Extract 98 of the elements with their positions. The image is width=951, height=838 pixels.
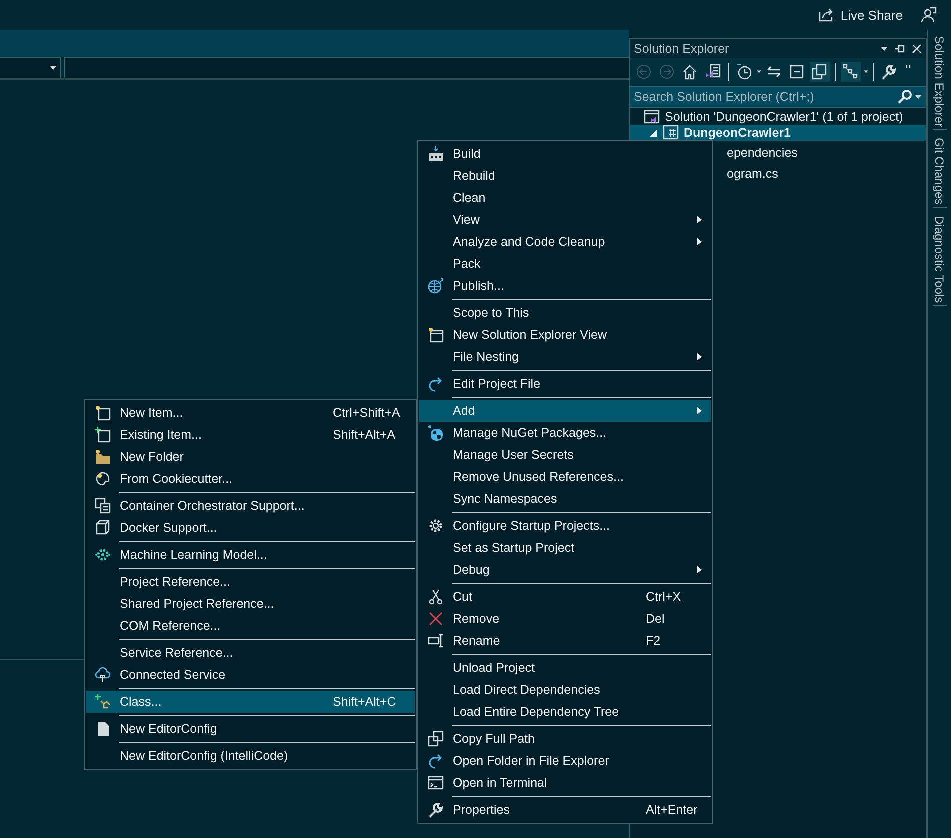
new-file-icon: [95, 405, 111, 421]
menu-item[interactable]: Docker Support...: [86, 517, 415, 539]
tree-item[interactable]: Solution 'DungeonCrawler1' (1 of 1 project): [630, 109, 926, 125]
copy-icon[interactable]: [812, 64, 828, 80]
caret-icon[interactable]: [756, 70, 762, 74]
menu-item[interactable]: New Solution Explorer View: [419, 324, 711, 346]
menu-item[interactable]: Remove Unused References...: [419, 466, 711, 488]
menu-item[interactable]: Analyze and Code Cleanup: [419, 231, 711, 253]
menu-item[interactable]: Machine Learning Model...: [86, 544, 415, 566]
menu-item[interactable]: Pack: [419, 253, 711, 275]
collapse-icon[interactable]: [789, 64, 806, 80]
curved-arrow-icon: [428, 753, 444, 769]
live-share-button[interactable]: Live Share: [814, 8, 907, 22]
menu-item[interactable]: Set as Startup Project: [419, 537, 711, 559]
menu-item[interactable]: Properties Alt+Enter: [419, 799, 711, 821]
menu-item[interactable]: New Folder: [86, 446, 415, 468]
swap-arrows-icon[interactable]: [766, 64, 782, 80]
search-icon: [898, 90, 912, 104]
menu-item[interactable]: Container Orchestrator Support...: [86, 495, 415, 517]
dropdown[interactable]: [0, 57, 61, 78]
tree-item[interactable]: DungeonCrawler1: [630, 125, 926, 141]
menu-item[interactable]: Manage User Secrets: [419, 444, 711, 466]
menu-item[interactable]: New Item... Ctrl+Shift+A: [86, 402, 415, 424]
box-icon: [95, 520, 111, 536]
menu-item[interactable]: Copy Full Path: [419, 728, 711, 750]
panel-title: Solution Explorer: [634, 42, 730, 56]
menu-item[interactable]: Publish...: [419, 275, 711, 297]
menu-item[interactable]: Remove Del: [419, 608, 711, 630]
building-icon: [428, 146, 444, 162]
menu-item[interactable]: Load Direct Dependencies: [419, 679, 711, 701]
side-tab[interactable]: Git Changes: [932, 136, 946, 208]
containers-icon: [95, 498, 111, 514]
circle-dots-icon: [428, 425, 444, 441]
menu-item[interactable]: Open Folder in File Explorer: [419, 750, 711, 772]
gear-icon: [95, 547, 111, 563]
menu-item[interactable]: Connected Service: [86, 664, 415, 686]
pin-icon[interactable]: [894, 44, 906, 54]
project-icon: [663, 125, 679, 141]
menu-item[interactable]: Build: [419, 143, 711, 165]
menu-item[interactable]: View: [419, 209, 711, 231]
dropdown[interactable]: [64, 57, 629, 78]
terminal-icon: [428, 775, 444, 791]
menu-item[interactable]: Debug: [419, 559, 711, 581]
text-cursor-icon: [428, 633, 444, 649]
side-tab[interactable]: Diagnostic Tools: [932, 214, 946, 306]
file-icon: [95, 721, 111, 737]
folder-icon: [95, 449, 111, 465]
document-icon[interactable]: [705, 64, 721, 80]
curved-arrow-icon: [428, 376, 444, 392]
menu-item[interactable]: Service Reference...: [86, 642, 415, 664]
menu-item[interactable]: Rename F2: [419, 630, 711, 652]
close-icon[interactable]: [912, 44, 922, 54]
wrench-icon: [428, 802, 444, 818]
menu-item[interactable]: Cut Ctrl+X: [419, 586, 711, 608]
menu-item[interactable]: File Nesting: [419, 346, 711, 368]
menu-item[interactable]: Configure Startup Projects...: [419, 515, 711, 537]
solution-icon: [644, 109, 660, 125]
search-field[interactable]: Search Solution Explorer (Ctrl+;): [630, 86, 926, 108]
window-icon: [428, 327, 444, 343]
menu-item[interactable]: Project Reference...: [86, 571, 415, 593]
scissors-icon: [428, 589, 444, 605]
menu-item[interactable]: Open in Terminal: [419, 772, 711, 794]
class-icon: [95, 694, 111, 710]
person-icon[interactable]: [921, 7, 937, 23]
menu-item[interactable]: New EditorConfig: [86, 718, 415, 740]
menu-item[interactable]: Clean: [419, 187, 711, 209]
cloud-icon: [95, 667, 111, 683]
menu-item[interactable]: Shared Project Reference...: [86, 593, 415, 615]
menu-item[interactable]: Scope to This: [419, 302, 711, 324]
menu-item[interactable]: Rebuild: [419, 165, 711, 187]
menu-item[interactable]: Existing Item... Shift+Alt+A: [86, 424, 415, 446]
menu-item[interactable]: Add: [419, 400, 711, 422]
menu-item[interactable]: New EditorConfig (IntelliCode): [86, 745, 415, 767]
caret-icon[interactable]: [881, 46, 888, 50]
share-icon: [818, 8, 835, 22]
expanded-arrow-icon[interactable]: [650, 130, 656, 136]
clock-icon[interactable]: [736, 64, 752, 80]
menu-item[interactable]: Manage NuGet Packages...: [419, 422, 711, 444]
menu-item[interactable]: Load Entire Dependency Tree: [419, 701, 711, 723]
home-icon[interactable]: [682, 64, 698, 80]
add-file-icon: [95, 427, 111, 443]
caret-icon[interactable]: [915, 95, 922, 99]
copy-icon: [428, 731, 444, 747]
menu-item[interactable]: Sync Namespaces: [419, 488, 711, 510]
menu-item[interactable]: Class... Shift+Alt+C: [86, 691, 415, 713]
menu-item[interactable]: Edit Project File: [419, 373, 711, 395]
menu-item[interactable]: Unload Project: [419, 657, 711, 679]
palette-icon: [95, 471, 111, 487]
caret-icon[interactable]: [864, 70, 868, 74]
menu-item[interactable]: COM Reference...: [86, 615, 415, 637]
wrench-icon[interactable]: [880, 64, 897, 80]
gear-icon: [428, 518, 444, 534]
tree-icon[interactable]: [842, 64, 859, 80]
side-tab[interactable]: Solution Explorer: [932, 34, 946, 130]
globe-icon: [428, 278, 444, 294]
caret-icon: [50, 66, 57, 70]
menu-item[interactable]: From Cookiecutter...: [86, 468, 415, 490]
x-icon: [428, 611, 444, 627]
